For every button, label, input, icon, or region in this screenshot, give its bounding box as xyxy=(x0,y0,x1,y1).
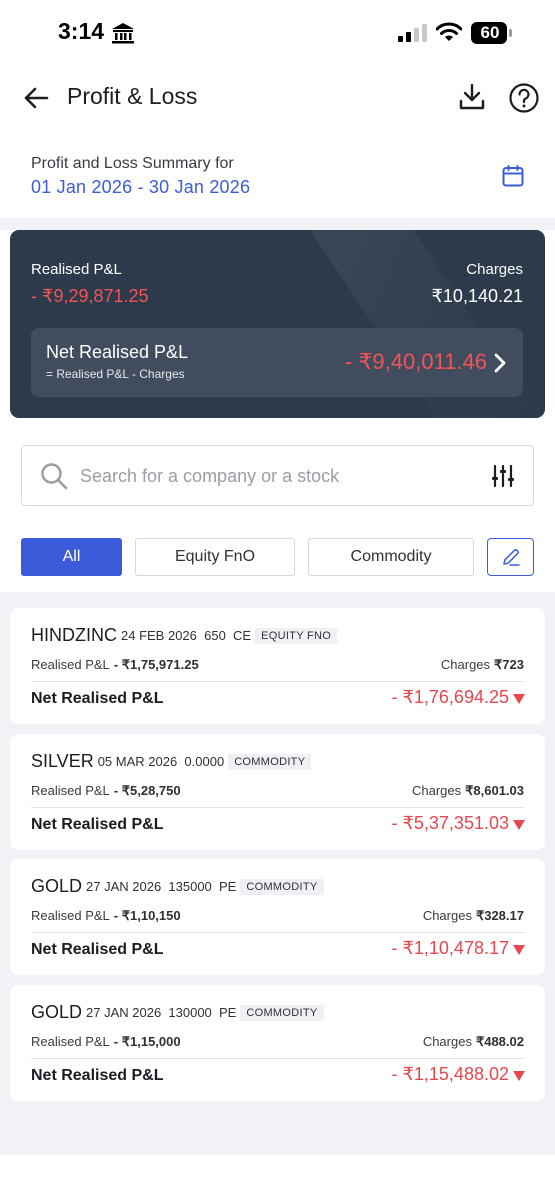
calendar-icon[interactable] xyxy=(501,164,525,188)
position-charges-label: Charges xyxy=(440,657,491,672)
section-divider xyxy=(0,218,555,230)
filter-chip-commodity[interactable]: Commodity xyxy=(308,538,474,576)
position-charges: Charges ₹488.02 xyxy=(423,1034,524,1050)
position-charges-value: ₹328.17 xyxy=(475,908,524,923)
position-realised-label: Realised P&L xyxy=(31,1034,110,1049)
position-realised-value: - ₹1,75,971.25 xyxy=(113,657,199,672)
position-symbol: HINDZINC xyxy=(31,625,117,645)
position-realised-value: - ₹1,10,150 xyxy=(113,908,181,923)
summary-label: Profit and Loss Summary for xyxy=(31,155,234,172)
search-icon xyxy=(41,463,68,490)
signal-icon xyxy=(398,24,427,42)
status-time: 3:14 xyxy=(58,18,105,44)
divider xyxy=(31,932,524,933)
position-header: GOLD 27 JAN 2026 130000 PE COMMODITY xyxy=(31,1002,324,1023)
filter-chip-all[interactable]: All xyxy=(21,538,122,576)
caret-down-icon[interactable] xyxy=(513,945,525,955)
position-contract: 27 JAN 2026 130000 PE xyxy=(86,1005,237,1020)
divider xyxy=(31,681,524,682)
segment-badge: COMMODITY xyxy=(240,878,324,895)
help-icon[interactable] xyxy=(508,82,540,114)
back-arrow-icon[interactable] xyxy=(22,84,50,112)
position-contract: 27 JAN 2026 135000 PE xyxy=(86,879,237,894)
position-card[interactable]: GOLD 27 JAN 2026 130000 PE COMMODITY Reali… xyxy=(10,985,545,1101)
position-charges-value: ₹723 xyxy=(494,657,524,672)
position-realised-label: Realised P&L xyxy=(31,657,110,672)
positions-list: HINDZINC 24 FEB 2026 650 CE EQUITY FNO Rea… xyxy=(0,592,555,1155)
battery-level: 60 xyxy=(480,23,500,42)
position-net-value: - ₹1,76,694.25 xyxy=(391,687,509,707)
divider xyxy=(31,807,524,808)
position-charges-value: ₹488.02 xyxy=(475,1034,524,1049)
date-range[interactable]: 01 Jan 2026 - 30 Jan 2026 xyxy=(31,177,250,198)
net-realised-pnl-row[interactable]: Net Realised P&L = Realised P&L - Charge… xyxy=(31,328,523,397)
position-net-label: Net Realised P&L xyxy=(31,690,164,707)
realised-pnl-value: - ₹9,29,871.25 xyxy=(31,286,149,306)
position-realised-value: - ₹1,15,000 xyxy=(113,1034,181,1049)
position-header: SILVER 05 MAR 2026 0.0000 COMMODITY xyxy=(31,751,312,772)
position-charges-label: Charges xyxy=(411,783,462,798)
position-header: GOLD 27 JAN 2026 135000 PE COMMODITY xyxy=(31,876,324,897)
search-box xyxy=(21,445,534,506)
position-charges: Charges ₹8,601.03 xyxy=(412,783,524,799)
position-realised-pnl: Realised P&L - ₹1,10,150 xyxy=(31,908,181,924)
pnl-overview-card: Realised P&L - ₹9,29,871.25 Charges ₹10,… xyxy=(10,230,545,418)
divider xyxy=(31,1058,524,1059)
position-contract: 24 FEB 2026 650 CE xyxy=(121,628,252,643)
net-realised-pnl-label: Net Realised P&L xyxy=(46,342,189,362)
bank-icon xyxy=(112,23,134,44)
segment-badge: COMMODITY xyxy=(240,1004,324,1021)
position-realised-pnl: Realised P&L - ₹1,75,971.25 xyxy=(31,657,199,673)
position-symbol: GOLD xyxy=(31,1002,83,1022)
position-net-value: - ₹5,37,351.03 xyxy=(391,813,509,833)
net-formula: = Realised P&L - Charges xyxy=(46,367,185,381)
position-header: HINDZINC 24 FEB 2026 650 CE EQUITY FNO xyxy=(31,625,338,646)
charges-value: ₹10,140.21 xyxy=(431,286,523,306)
position-charges-label: Charges xyxy=(422,1034,472,1049)
page-title: Profit & Loss xyxy=(67,83,198,109)
status-bar: 3:14 60 xyxy=(0,0,555,64)
position-net-value: - ₹1,10,478.17 xyxy=(391,938,509,958)
position-net-value: - ₹1,15,488.02 xyxy=(391,1064,509,1084)
position-charges: Charges ₹328.17 xyxy=(423,908,524,924)
search-input[interactable] xyxy=(80,462,460,490)
chevron-right-icon xyxy=(494,353,506,373)
net-realised-pnl-value: - ₹9,40,011.46 xyxy=(344,349,487,374)
position-realised-label: Realised P&L xyxy=(31,783,110,798)
wifi-icon xyxy=(436,22,462,41)
position-realised-value: - ₹5,28,750 xyxy=(113,783,181,798)
segment-badge: COMMODITY xyxy=(228,753,312,770)
summary-section: Profit and Loss Summary for 01 Jan 2026 … xyxy=(0,140,555,218)
filter-chip-equity-fno[interactable]: Equity FnO xyxy=(135,538,295,576)
caret-down-icon[interactable] xyxy=(513,820,525,830)
pencil-icon xyxy=(503,549,520,566)
position-realised-pnl: Realised P&L - ₹1,15,000 xyxy=(31,1034,181,1050)
caret-down-icon[interactable] xyxy=(513,694,525,704)
caret-down-icon[interactable] xyxy=(513,1071,525,1081)
position-charges-value: ₹8,601.03 xyxy=(465,783,524,798)
position-charges: Charges ₹723 xyxy=(441,657,524,673)
position-net-label: Net Realised P&L xyxy=(31,941,164,958)
position-charges-label: Charges xyxy=(422,908,472,923)
bottom-spacer xyxy=(0,1155,555,1200)
charges-label: Charges xyxy=(466,261,523,278)
position-realised-pnl: Realised P&L - ₹5,28,750 xyxy=(31,783,181,799)
filter-sliders-icon[interactable] xyxy=(491,465,515,487)
download-icon[interactable] xyxy=(457,82,487,112)
segment-badge: EQUITY FNO xyxy=(255,627,338,644)
position-realised-label: Realised P&L xyxy=(31,908,110,923)
position-symbol: GOLD xyxy=(31,876,83,896)
app-header: Profit & Loss xyxy=(0,70,555,126)
position-card[interactable]: SILVER 05 MAR 2026 0.0000 COMMODITY Realis… xyxy=(10,734,545,850)
position-card[interactable]: GOLD 27 JAN 2026 135000 PE COMMODITY Reali… xyxy=(10,859,545,975)
realised-pnl-label: Realised P&L xyxy=(31,261,122,278)
position-symbol: SILVER xyxy=(31,751,94,771)
position-card[interactable]: HINDZINC 24 FEB 2026 650 CE EQUITY FNO Rea… xyxy=(10,608,545,724)
position-net-label: Net Realised P&L xyxy=(31,816,164,833)
edit-filters-button[interactable] xyxy=(487,538,534,576)
position-net-label: Net Realised P&L xyxy=(31,1067,164,1084)
position-contract: 05 MAR 2026 0.0000 xyxy=(97,754,225,769)
